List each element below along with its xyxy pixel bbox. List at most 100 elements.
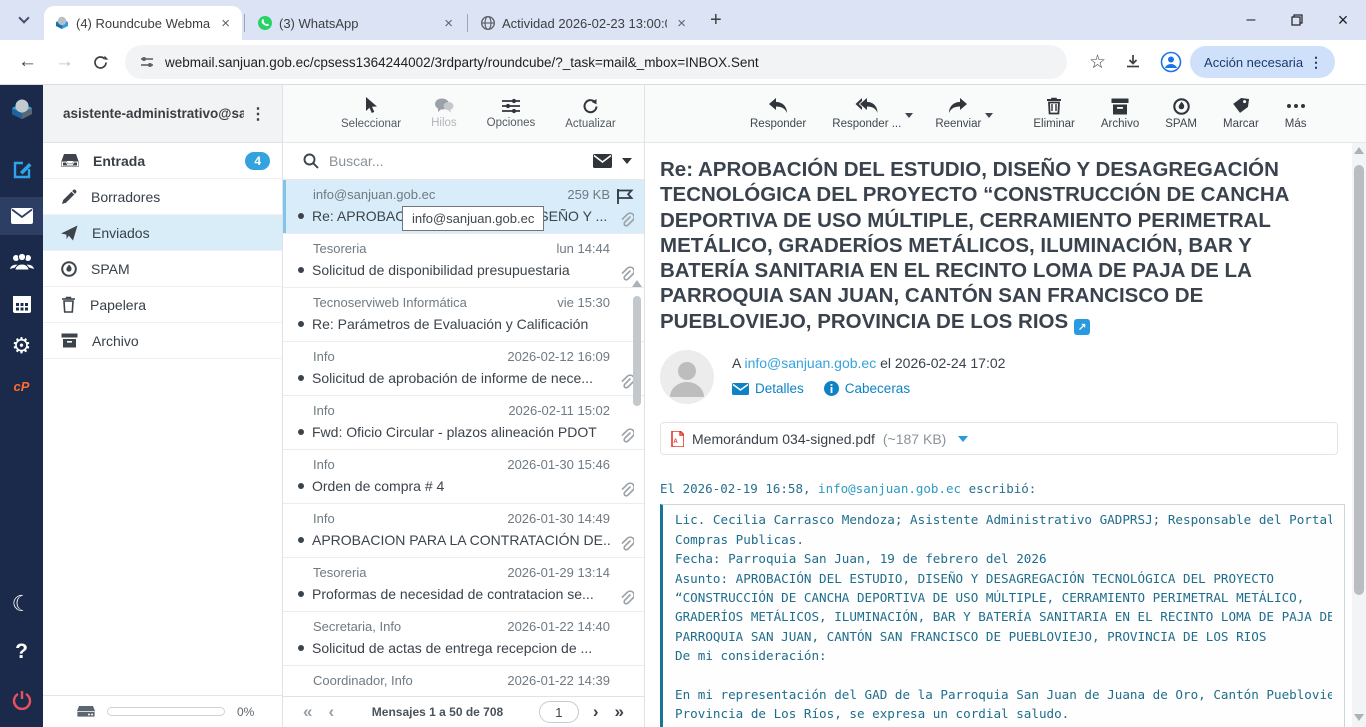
- flag-icon[interactable]: [616, 188, 634, 205]
- message-row[interactable]: Tesorerialun 14:44 Solicitud de disponib…: [283, 234, 644, 288]
- close-window-button[interactable]: ×: [1320, 0, 1366, 40]
- attachment-name[interactable]: Memorándum 034-signed.pdf: [692, 431, 875, 447]
- select-button[interactable]: Seleccionar: [341, 97, 401, 130]
- first-page-icon[interactable]: «: [295, 702, 320, 722]
- spam-flame-icon: [61, 261, 77, 277]
- sidebar-item-papelera[interactable]: Papelera: [43, 287, 282, 323]
- search-input[interactable]: [329, 153, 583, 169]
- list-scrollbar[interactable]: [631, 276, 643, 696]
- tag-icon: [1232, 97, 1250, 115]
- message-row[interactable]: Info2026-01-30 15:46 Orden de compra # 4: [283, 450, 644, 504]
- contacts-icon[interactable]: [0, 243, 43, 281]
- attachment-size: (~187 KB): [883, 431, 946, 447]
- back-icon[interactable]: ←: [18, 51, 37, 73]
- restore-button[interactable]: [1274, 0, 1320, 40]
- settings-gear-icon[interactable]: ⚙: [0, 327, 43, 365]
- globe-favicon: [480, 15, 496, 31]
- cpanel-icon[interactable]: cP: [0, 367, 43, 405]
- sidebar-item-archivo[interactable]: Archivo: [43, 323, 282, 359]
- unread-dot: [298, 537, 304, 543]
- attachment-item[interactable]: A Memorándum 034-signed.pdf (~187 KB): [660, 422, 1338, 455]
- spam-button[interactable]: SPAM: [1165, 98, 1197, 130]
- calendar-icon[interactable]: [0, 285, 43, 323]
- account-menu-icon[interactable]: ⋮: [244, 104, 272, 124]
- browser-menu-icon[interactable]: ⋮: [1303, 54, 1329, 71]
- message-row[interactable]: Coordinador, Info2026-01-22 14:39: [283, 666, 644, 696]
- scroll-down-icon[interactable]: [1354, 714, 1364, 721]
- pencil-icon: [61, 189, 77, 205]
- list-scrollbar-thumb[interactable]: [633, 296, 641, 406]
- compose-icon[interactable]: [0, 151, 43, 189]
- mark-button[interactable]: Marcar: [1223, 97, 1259, 130]
- message-row[interactable]: Info2026-02-12 16:09 Solicitud de aproba…: [283, 342, 644, 396]
- details-toggle[interactable]: Detalles: [732, 381, 804, 396]
- attachment-menu-caret-icon[interactable]: [958, 436, 968, 442]
- tab-roundcube[interactable]: (4) Roundcube Webmail :: Envia ×: [44, 6, 242, 40]
- mail-scrollbar[interactable]: [1352, 143, 1366, 727]
- message-row[interactable]: Info2026-01-30 14:49 APROBACION PARA LA …: [283, 504, 644, 558]
- scroll-up-icon[interactable]: [632, 280, 642, 287]
- scroll-up-icon[interactable]: [1354, 147, 1364, 154]
- archive-button[interactable]: Archivo: [1101, 98, 1139, 130]
- downloads-icon[interactable]: [1124, 53, 1142, 71]
- new-tab-button[interactable]: +: [710, 9, 722, 32]
- reply-icon: [767, 97, 789, 115]
- page-number-input[interactable]: [539, 701, 579, 723]
- threads-button[interactable]: Hilos: [431, 98, 457, 129]
- tab-whatsapp[interactable]: (3) WhatsApp ×: [247, 6, 465, 40]
- search-options-caret-icon[interactable]: [622, 158, 632, 164]
- message-row[interactable]: Tesoreria2026-01-29 13:14 Proformas de n…: [283, 558, 644, 612]
- close-tab-icon[interactable]: ×: [217, 15, 234, 32]
- message-list-panel: Seleccionar Hilos Opciones Actualizar: [283, 85, 645, 727]
- tab-actividad[interactable]: Actividad 2026-02-23 13:00:00 ×: [470, 6, 698, 40]
- url-bar[interactable]: webmail.sanjuan.gob.ec/cpsess1364244002/…: [125, 45, 1067, 79]
- forward-icon[interactable]: →: [55, 51, 74, 73]
- url-text[interactable]: webmail.sanjuan.gob.ec/cpsess1364244002/…: [165, 55, 759, 70]
- refresh-button[interactable]: Actualizar: [565, 98, 616, 130]
- recipient-address[interactable]: info@sanjuan.gob.ec: [744, 355, 876, 371]
- sidebar-item-borradores[interactable]: Borradores: [43, 179, 282, 215]
- next-page-icon[interactable]: ›: [585, 702, 607, 722]
- tab-search-button[interactable]: [10, 6, 38, 34]
- logout-power-icon[interactable]: [0, 681, 43, 719]
- profile-avatar-icon[interactable]: [1160, 51, 1182, 73]
- help-icon[interactable]: ?: [0, 633, 43, 671]
- message-row[interactable]: Info2026-02-11 15:02 Fwd: Oficio Circula…: [283, 396, 644, 450]
- search-scope-envelope-icon[interactable]: [593, 154, 612, 168]
- site-settings-icon[interactable]: [139, 54, 155, 70]
- svg-text:A: A: [673, 439, 678, 445]
- forward-icon: [947, 97, 969, 115]
- sidebar-item-entrada[interactable]: Entrada 4: [43, 143, 282, 179]
- prev-page-icon[interactable]: ‹: [320, 702, 342, 722]
- mail-icon[interactable]: [0, 197, 43, 235]
- message-row[interactable]: info@sanjuan.gob.ec259 KB Re: APROBACIin…: [283, 180, 644, 234]
- close-tab-icon[interactable]: ×: [673, 15, 690, 32]
- message-row[interactable]: Tecnoserviweb Informáticavie 15:30 Re: P…: [283, 288, 644, 342]
- reply-all-button[interactable]: Responder ...: [832, 97, 901, 130]
- list-toolbar: Seleccionar Hilos Opciones Actualizar: [283, 85, 644, 143]
- sidebar-item-enviados[interactable]: Enviados: [43, 215, 282, 251]
- sender-address-link[interactable]: info@sanjuan.gob.ec: [818, 481, 961, 496]
- more-button[interactable]: Más: [1285, 97, 1307, 130]
- forward-button[interactable]: Reenviar: [935, 97, 981, 130]
- roundcube-logo: [0, 85, 43, 133]
- reply-button[interactable]: Responder: [750, 97, 806, 130]
- minimize-button[interactable]: –: [1228, 0, 1274, 40]
- delete-button[interactable]: Eliminar: [1033, 97, 1075, 130]
- headers-toggle[interactable]: Cabeceras: [824, 381, 910, 396]
- options-button[interactable]: Opciones: [487, 98, 536, 129]
- mail-scrollbar-thumb[interactable]: [1354, 165, 1364, 595]
- last-page-icon[interactable]: »: [607, 702, 632, 722]
- external-link-icon[interactable]: ↗: [1074, 319, 1090, 335]
- bookmark-star-icon[interactable]: ☆: [1089, 51, 1106, 74]
- unread-dot: [298, 591, 304, 597]
- close-tab-icon[interactable]: ×: [440, 15, 457, 32]
- roundcube-favicon: [54, 15, 70, 31]
- message-row[interactable]: Secretaria, Info2026-01-22 14:40 Solicit…: [283, 612, 644, 666]
- reload-icon[interactable]: [92, 54, 109, 71]
- dark-mode-moon-icon[interactable]: ☾: [0, 585, 43, 623]
- action-needed-button[interactable]: Acción necesaria ⋮: [1190, 46, 1335, 78]
- reply-all-caret-icon[interactable]: [905, 113, 913, 118]
- sidebar-item-spam[interactable]: SPAM: [43, 251, 282, 287]
- forward-caret-icon[interactable]: [985, 113, 993, 118]
